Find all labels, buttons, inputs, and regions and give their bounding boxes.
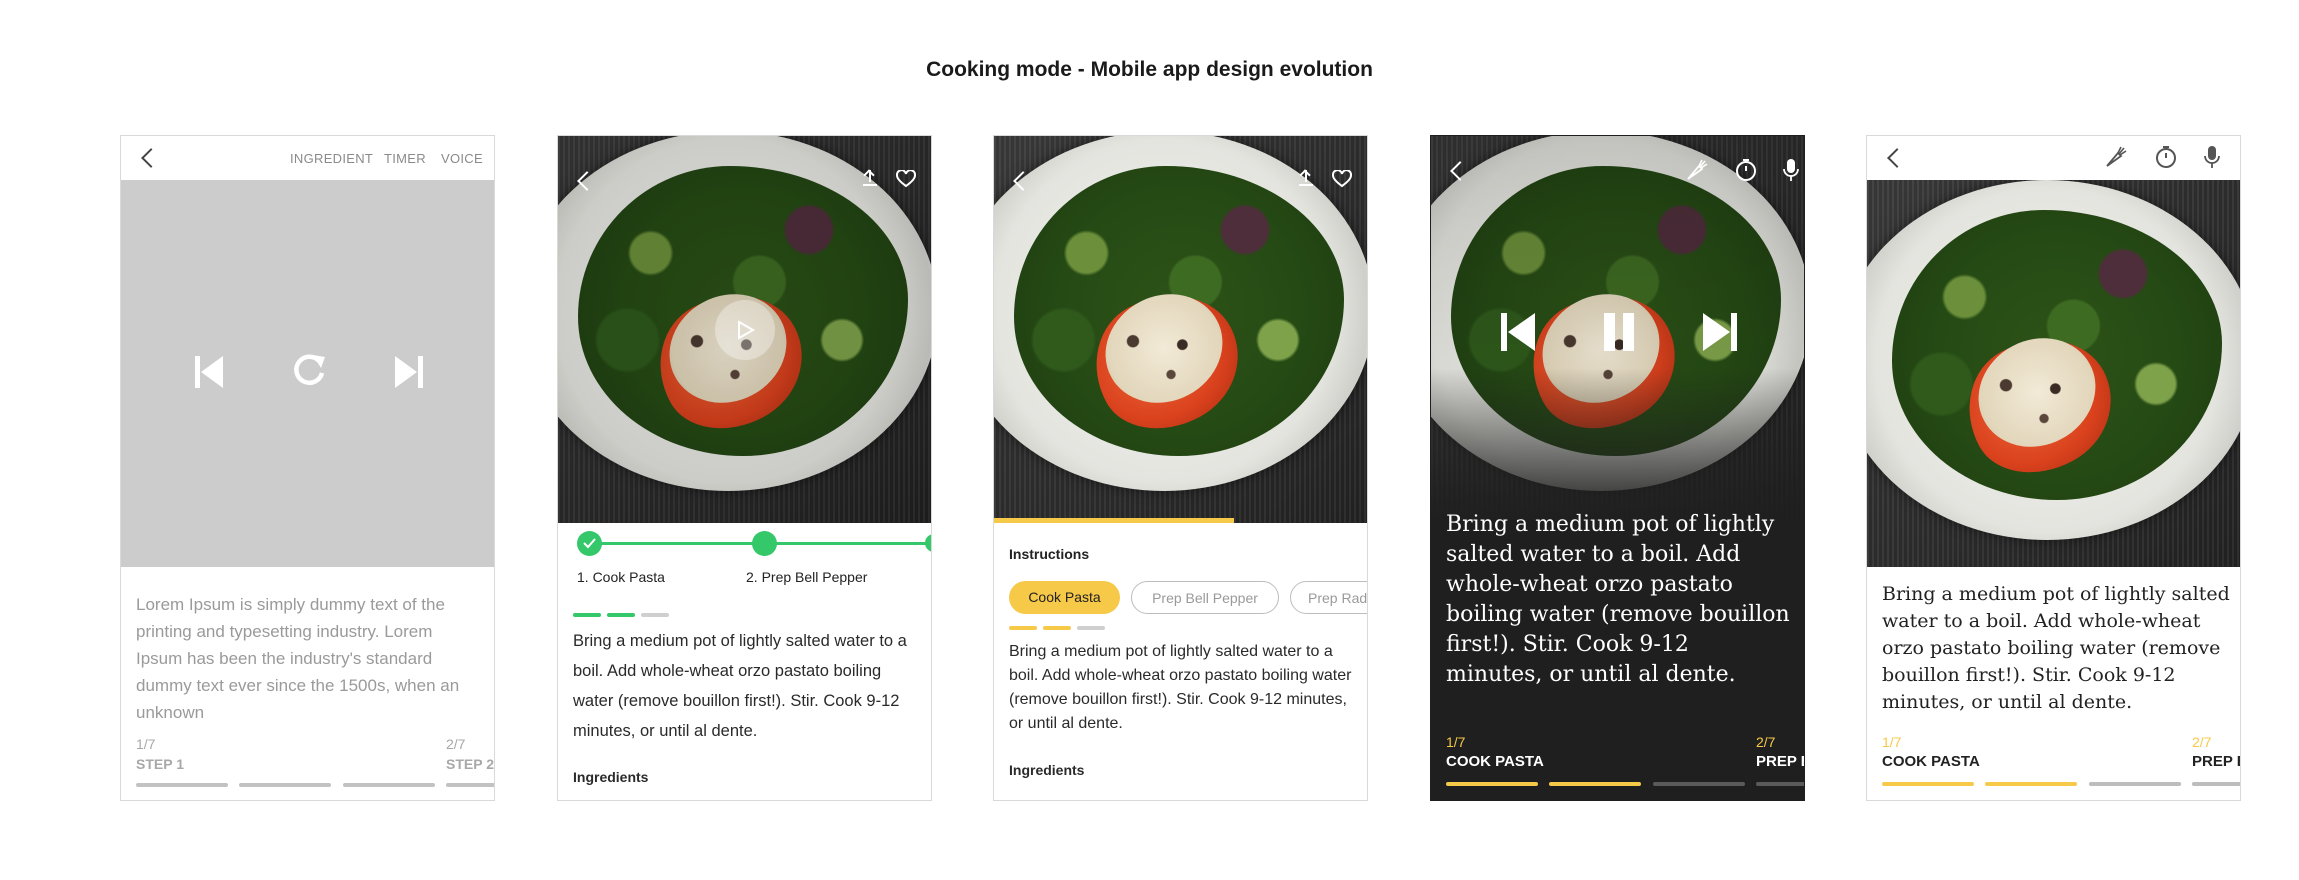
step-name[interactable]: PREP BE bbox=[2192, 753, 2240, 770]
previous-icon[interactable] bbox=[1499, 311, 1537, 353]
step-name[interactable]: STEP 1 bbox=[136, 756, 184, 772]
step-text: Bring a medium pot of lightly salted wat… bbox=[1882, 583, 2230, 713]
back-icon[interactable] bbox=[1887, 148, 1907, 168]
phone-frame-wireframe: INGREDIENT TIMER VOICE Lorem Ipsum is si… bbox=[120, 135, 495, 801]
page-title: Cooking mode - Mobile app design evoluti… bbox=[926, 58, 1373, 81]
progress-segment bbox=[1043, 626, 1071, 630]
share-icon[interactable] bbox=[863, 169, 877, 187]
back-icon[interactable] bbox=[141, 148, 161, 168]
progress-segment bbox=[1009, 626, 1037, 630]
progress-segment bbox=[573, 613, 601, 617]
instructions-heading: Instructions bbox=[1009, 546, 1090, 562]
step-number: 2/7 bbox=[2192, 734, 2212, 750]
tab-voice[interactable]: VOICE bbox=[441, 151, 483, 166]
tab-timer[interactable]: TIMER bbox=[384, 151, 426, 166]
microphone-icon[interactable] bbox=[2204, 145, 2220, 169]
progress-segment bbox=[1446, 782, 1538, 786]
replay-icon[interactable] bbox=[291, 351, 327, 389]
step-name[interactable]: STEP 2 bbox=[446, 756, 494, 772]
progress-segment bbox=[1077, 626, 1105, 630]
phone-frame-final: Bring a medium pot of lightly salted wat… bbox=[1866, 135, 2241, 801]
previous-icon[interactable] bbox=[193, 354, 225, 390]
step-dot[interactable] bbox=[925, 534, 931, 552]
step-name[interactable]: COOK PASTA bbox=[1446, 753, 1544, 770]
timer-icon[interactable] bbox=[1734, 158, 1758, 182]
step-dot[interactable] bbox=[752, 531, 777, 556]
step-label[interactable]: 2. Prep Bell Pepper bbox=[746, 569, 867, 585]
ingredient-carrot-icon[interactable] bbox=[1685, 158, 1709, 182]
step-pill[interactable]: Prep Bell Pepper bbox=[1131, 581, 1279, 614]
progress-segment bbox=[641, 613, 669, 617]
phone-frame-video: 1. Cook Pasta 2. Prep Bell Pepper Bring … bbox=[557, 135, 932, 801]
recipe-photo bbox=[1867, 180, 2240, 567]
step-text: Bring a medium pot of lightly salted wat… bbox=[573, 632, 907, 740]
step-number: 1/7 bbox=[136, 736, 156, 752]
step-text: Bring a medium pot of lightly salted wat… bbox=[1009, 643, 1352, 732]
progress-segment bbox=[607, 613, 635, 617]
progress-segment bbox=[2192, 782, 2240, 786]
phone-frame-dark: Bring a medium pot of lightly salted wat… bbox=[1430, 135, 1805, 801]
progress-segment bbox=[1549, 782, 1641, 786]
progress-segment bbox=[1882, 782, 1974, 786]
step-pill[interactable]: Prep Radi bbox=[1290, 581, 1367, 614]
step-complete-dot[interactable] bbox=[577, 531, 602, 556]
phone-frame-pills: Instructions Cook Pasta Prep Bell Pepper… bbox=[993, 135, 1368, 801]
share-icon[interactable] bbox=[1299, 169, 1313, 187]
next-icon[interactable] bbox=[1701, 311, 1739, 353]
step-text: Lorem Ipsum is simply dummy text of the … bbox=[136, 595, 460, 722]
tab-ingredient[interactable]: INGREDIENT bbox=[290, 151, 373, 166]
progress-segment bbox=[446, 783, 494, 787]
top-bar: INGREDIENT TIMER VOICE bbox=[121, 136, 494, 180]
ingredients-heading[interactable]: Ingredients bbox=[573, 769, 648, 785]
microphone-icon[interactable] bbox=[1783, 158, 1799, 182]
ingredient-carrot-icon[interactable] bbox=[2104, 145, 2128, 169]
step-number: 2/7 bbox=[1756, 734, 1776, 750]
pause-icon[interactable] bbox=[1601, 311, 1637, 353]
progress-segment bbox=[1653, 782, 1745, 786]
step-name[interactable]: PREP BE bbox=[1756, 753, 1804, 770]
recipe-photo bbox=[994, 136, 1367, 523]
video-progress-bar[interactable] bbox=[994, 518, 1234, 523]
step-text: Bring a medium pot of lightly salted wat… bbox=[1446, 512, 1790, 687]
progress-segment bbox=[2089, 782, 2181, 786]
progress-segment bbox=[239, 783, 331, 787]
progress-segment bbox=[136, 783, 228, 787]
progress-segment bbox=[1985, 782, 2077, 786]
heart-icon[interactable] bbox=[896, 170, 916, 188]
step-number: 1/7 bbox=[1446, 734, 1466, 750]
progress-segment bbox=[343, 783, 435, 787]
ingredients-heading[interactable]: Ingredients bbox=[1009, 762, 1084, 778]
step-label[interactable]: 1. Cook Pasta bbox=[577, 569, 665, 585]
check-icon bbox=[583, 538, 596, 549]
play-icon bbox=[738, 320, 755, 340]
step-number: 1/7 bbox=[1882, 734, 1902, 750]
top-bar bbox=[1867, 136, 2240, 180]
progress-segment bbox=[1756, 782, 1804, 786]
heart-icon[interactable] bbox=[1332, 170, 1352, 188]
media-placeholder bbox=[121, 180, 494, 567]
timer-icon[interactable] bbox=[2154, 145, 2178, 169]
step-name[interactable]: COOK PASTA bbox=[1882, 753, 1980, 770]
play-button[interactable] bbox=[715, 300, 775, 360]
step-pill-active[interactable]: Cook Pasta bbox=[1009, 581, 1120, 614]
next-icon[interactable] bbox=[393, 354, 425, 390]
step-number: 2/7 bbox=[446, 736, 466, 752]
